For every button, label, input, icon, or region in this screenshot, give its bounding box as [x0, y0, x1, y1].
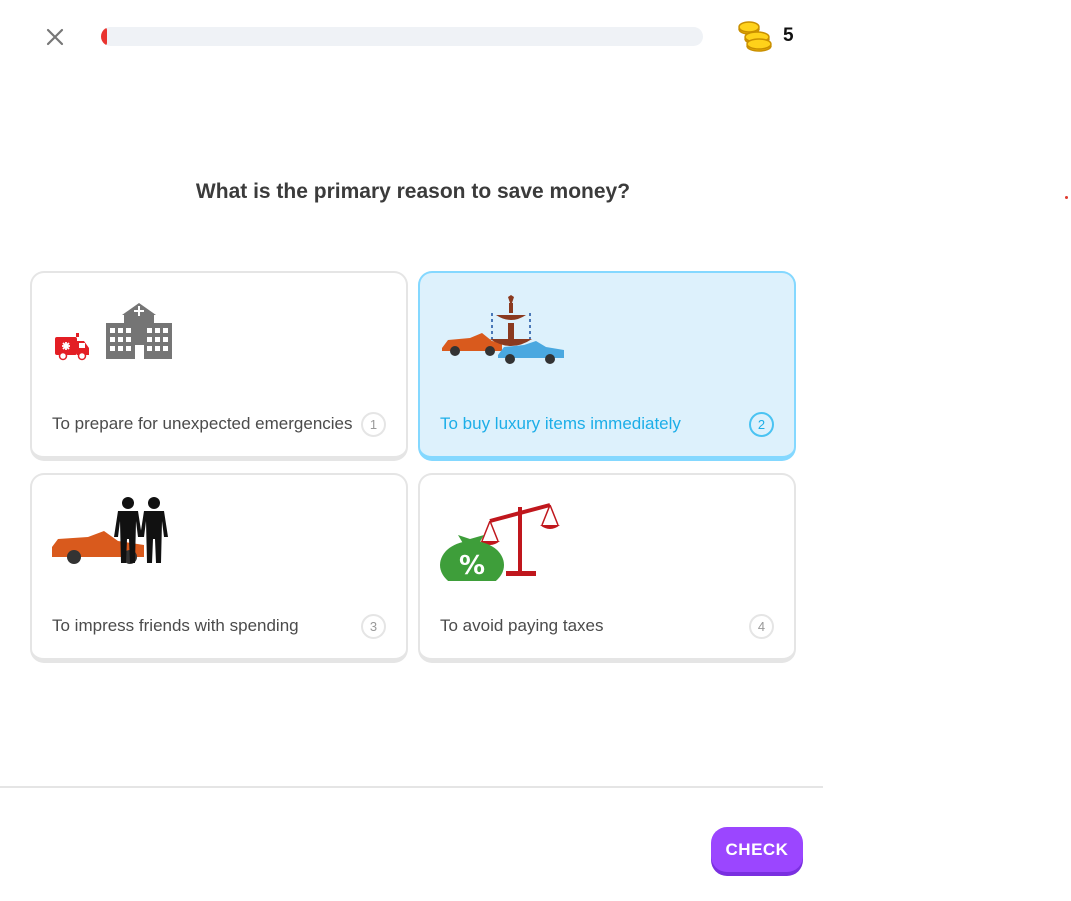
luxury-cars-fountain-icon: [442, 295, 564, 364]
car-friends-icon: [52, 497, 168, 564]
svg-text:%: %: [459, 551, 485, 581]
option-card-3[interactable]: To impress friends with spending 3: [30, 473, 408, 663]
money-bag-scales-icon: %: [440, 503, 560, 581]
option-label: To impress friends with spending: [52, 616, 299, 635]
coin-balance: 5: [737, 20, 794, 52]
option-number: 2: [749, 412, 774, 437]
option-label: To buy luxury items immediately: [440, 414, 681, 433]
footer-divider: [0, 786, 823, 788]
option-card-2[interactable]: To buy luxury items immediately 2: [418, 271, 796, 461]
coin-stack-icon: [738, 21, 772, 52]
coin-count: 5: [783, 25, 794, 46]
option-card-1[interactable]: To prepare for unexpected emergencies 1: [30, 271, 408, 461]
option-number: 4: [749, 614, 774, 639]
option-number: 3: [361, 614, 386, 639]
question-text: What is the primary reason to save money…: [195, 180, 631, 203]
close-icon: [46, 28, 64, 46]
option-label: To prepare for unexpected emergencies: [52, 414, 353, 433]
progress-fill: [101, 27, 108, 46]
ambulance-hospital-icon: [55, 303, 172, 361]
marker-dot: [1065, 196, 1068, 199]
option-card-4[interactable]: % To avoid paying taxes 4: [418, 473, 796, 663]
close-button[interactable]: [40, 22, 70, 52]
option-number: 1: [361, 412, 386, 437]
option-label: To avoid paying taxes: [440, 616, 604, 635]
check-button[interactable]: CHECK: [711, 827, 803, 872]
progress-bar: [101, 27, 703, 46]
